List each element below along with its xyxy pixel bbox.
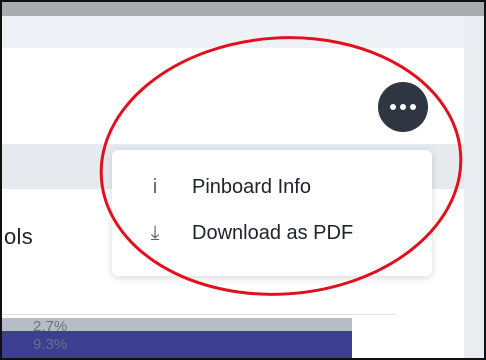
app-frame: ols 2.7% 9.3% i Pinboard Info ⤓ Download… [0, 0, 486, 360]
card-title: ols [4, 224, 34, 249]
bar-label-2: 9.3% [33, 336, 68, 353]
card-divider [2, 314, 396, 315]
more-dot-icon [390, 104, 396, 110]
info-icon: i [152, 175, 158, 198]
bar-label-1: 2.7% [33, 318, 68, 335]
download-icon: ⤓ [150, 221, 160, 244]
more-options-menu: i Pinboard Info ⤓ Download as PDF [112, 150, 432, 276]
more-options-button[interactable] [378, 82, 428, 132]
more-dot-icon [410, 104, 416, 110]
menu-item-label: Download as PDF [192, 221, 354, 244]
menu-item-label: Pinboard Info [192, 175, 311, 198]
right-gutter [464, 16, 484, 358]
top-bar [2, 2, 484, 16]
menu-item-pinboard-info[interactable]: i Pinboard Info [112, 166, 432, 208]
menu-item-download-pdf[interactable]: ⤓ Download as PDF [112, 212, 432, 254]
more-dot-icon [400, 104, 406, 110]
